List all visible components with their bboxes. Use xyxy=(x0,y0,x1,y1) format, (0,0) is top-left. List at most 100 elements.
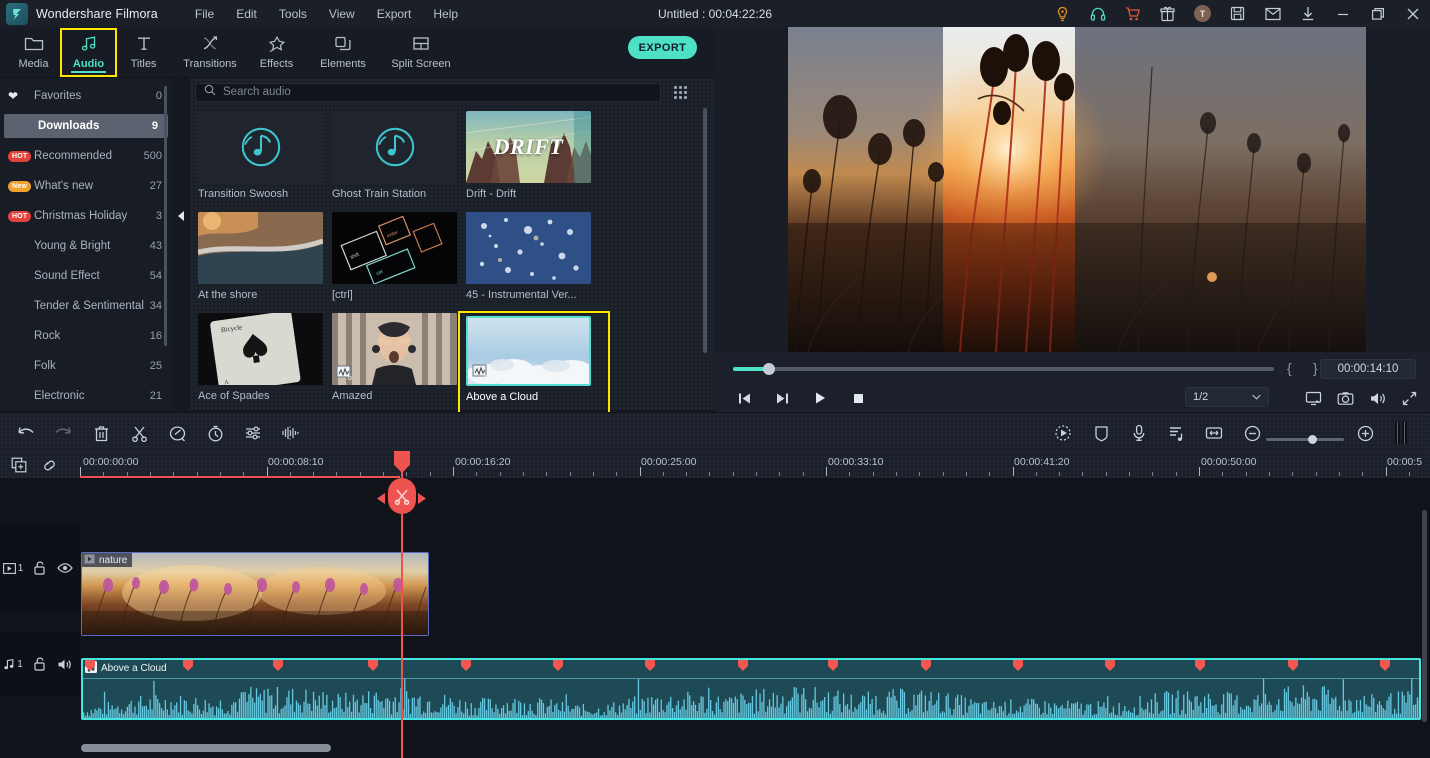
redo-button[interactable] xyxy=(50,420,76,446)
tab-media[interactable]: Media xyxy=(6,29,61,76)
timeline-horizontal-scrollbar[interactable] xyxy=(81,744,1422,752)
category-christmas-holiday[interactable]: HOT Christmas Holiday 3 xyxy=(0,204,172,228)
delete-button[interactable] xyxy=(88,420,114,446)
shopping-cart-icon[interactable] xyxy=(1115,0,1150,27)
audio-card-at-the-shore[interactable]: At the shore xyxy=(198,212,332,313)
close-button[interactable] xyxy=(1395,0,1430,27)
video-track-lock-icon[interactable] xyxy=(26,561,52,575)
audio-detach-button[interactable] xyxy=(277,420,303,446)
voiceover-mic-icon[interactable] xyxy=(1126,420,1152,446)
speed-button[interactable] xyxy=(202,420,228,446)
category-electronic[interactable]: Electronic 21 xyxy=(0,384,172,408)
menu-item-edit[interactable]: Edit xyxy=(225,3,268,25)
snapshot-camera-icon[interactable] xyxy=(1332,386,1358,410)
audio-clip-above-a-cloud[interactable]: Above a Cloud xyxy=(81,658,1421,720)
tab-elements[interactable]: Elements xyxy=(304,29,382,76)
download-icon[interactable] xyxy=(1290,0,1325,27)
clip-marker[interactable] xyxy=(738,660,748,671)
clip-marker[interactable] xyxy=(273,660,283,671)
headset-support-icon[interactable] xyxy=(1080,0,1115,27)
fit-timeline-icon[interactable] xyxy=(1201,420,1227,446)
clip-marker[interactable] xyxy=(1380,660,1390,671)
audio-track-lock-icon[interactable] xyxy=(26,657,52,671)
crop-zoom-button[interactable] xyxy=(164,420,190,446)
audio-card-above-a-cloud[interactable]: b Above a Cloud xyxy=(458,311,610,414)
audio-card-drift[interactable]: DRIFT Drift - Drift xyxy=(466,111,600,212)
category-recommended[interactable]: HOT Recommended 500 xyxy=(0,144,172,168)
play-button[interactable] xyxy=(807,386,833,410)
tab-effects[interactable]: Effects xyxy=(249,29,304,76)
grid-view-icon[interactable] xyxy=(674,85,687,99)
split-scissors-icon[interactable] xyxy=(388,478,416,514)
video-clip-nature[interactable]: nature xyxy=(81,552,429,636)
tab-split-screen[interactable]: Split Screen xyxy=(382,29,460,76)
split-scissors-button[interactable] xyxy=(126,420,152,446)
audio-card-transition-swoosh[interactable]: Transition Swoosh xyxy=(198,111,332,212)
clip-marker[interactable] xyxy=(1195,660,1205,671)
clip-marker[interactable] xyxy=(1105,660,1115,671)
playhead[interactable] xyxy=(377,451,426,758)
mask-icon[interactable] xyxy=(1088,420,1114,446)
clip-marker[interactable] xyxy=(368,660,378,671)
clip-marker[interactable] xyxy=(1013,660,1023,671)
audio-card-ghost-train-station[interactable]: Ghost Train Station xyxy=(332,111,466,212)
category-tender-and-sentimental[interactable]: Tender & Sentimental 34 xyxy=(0,294,172,318)
browser-scrollbar[interactable] xyxy=(703,108,707,353)
scrubber-track[interactable] xyxy=(733,362,1274,375)
collapse-panel-arrow-icon[interactable] xyxy=(176,209,186,223)
motion-tracking-icon[interactable] xyxy=(1050,420,1076,446)
link-clips-icon[interactable] xyxy=(39,455,59,475)
timeline-ruler[interactable]: 00:00:00:00 00:00:08:10 00:00:16:20 00:0… xyxy=(80,451,1430,478)
next-frame-button[interactable] xyxy=(769,386,795,410)
category-downloads[interactable]: Downloads 9 xyxy=(4,114,168,138)
undo-button[interactable] xyxy=(13,420,39,446)
search-input[interactable] xyxy=(223,86,652,98)
category-young-and-bright[interactable]: Young & Bright 43 xyxy=(0,234,172,258)
menu-item-file[interactable]: File xyxy=(184,3,225,25)
menu-item-view[interactable]: View xyxy=(318,3,366,25)
clip-marker[interactable] xyxy=(645,660,655,671)
video-track-header[interactable]: 1 xyxy=(0,526,80,610)
preview-quality-select[interactable]: 1/2 xyxy=(1185,387,1269,407)
audio-mixer-icon[interactable] xyxy=(1163,420,1189,446)
scrollbar-thumb[interactable] xyxy=(81,744,331,752)
preview-video[interactable] xyxy=(788,27,1366,352)
zoom-slider-handle[interactable] xyxy=(1308,435,1317,444)
volume-icon[interactable] xyxy=(1364,386,1390,410)
audio-card-ace-of-spades[interactable]: Bicycle A Ace of Spades xyxy=(198,313,332,414)
tab-transitions[interactable]: Transitions xyxy=(171,29,249,76)
previous-frame-button[interactable] xyxy=(731,386,757,410)
clip-marker[interactable] xyxy=(921,660,931,671)
preview-scrubber[interactable] xyxy=(733,362,1274,375)
timeline-zoom-slider[interactable] xyxy=(1266,435,1344,444)
clip-marker[interactable] xyxy=(828,660,838,671)
marker-icon[interactable] xyxy=(1392,420,1412,446)
account-avatar[interactable]: T xyxy=(1185,0,1220,27)
menu-item-help[interactable]: Help xyxy=(422,3,469,25)
clip-marker[interactable] xyxy=(1288,660,1298,671)
color-settings-button[interactable] xyxy=(240,420,266,446)
clip-marker[interactable] xyxy=(183,660,193,671)
stop-button[interactable] xyxy=(845,386,871,410)
scrubber-handle[interactable] xyxy=(763,362,775,375)
mark-out-bracket[interactable]: } xyxy=(1313,360,1318,376)
save-project-icon[interactable] xyxy=(1220,0,1255,27)
category-scrollbar[interactable] xyxy=(164,86,167,346)
category-sound-effect[interactable]: Sound Effect 54 xyxy=(0,264,172,288)
zoom-in-icon[interactable] xyxy=(1352,420,1378,446)
menu-item-export[interactable]: Export xyxy=(366,3,423,25)
category-whats-new[interactable]: New What's new 27 xyxy=(0,174,172,198)
category-rock[interactable]: Rock 16 xyxy=(0,324,172,348)
clip-marker[interactable] xyxy=(85,660,95,671)
category-folk[interactable]: Folk 25 xyxy=(0,354,172,378)
search-input-wrapper[interactable] xyxy=(195,82,661,102)
zoom-out-icon[interactable] xyxy=(1239,420,1265,446)
audio-card-amazed[interactable]: b Amazed xyxy=(332,313,466,414)
add-track-icon[interactable] xyxy=(9,455,29,475)
audio-card-ctrl[interactable]: enter shift ctrl [ctrl] xyxy=(332,212,466,313)
clip-marker[interactable] xyxy=(461,660,471,671)
menu-item-tools[interactable]: Tools xyxy=(268,3,318,25)
gift-icon[interactable] xyxy=(1150,0,1185,27)
render-preview-icon[interactable] xyxy=(1300,386,1326,410)
minimize-button[interactable] xyxy=(1325,0,1360,27)
